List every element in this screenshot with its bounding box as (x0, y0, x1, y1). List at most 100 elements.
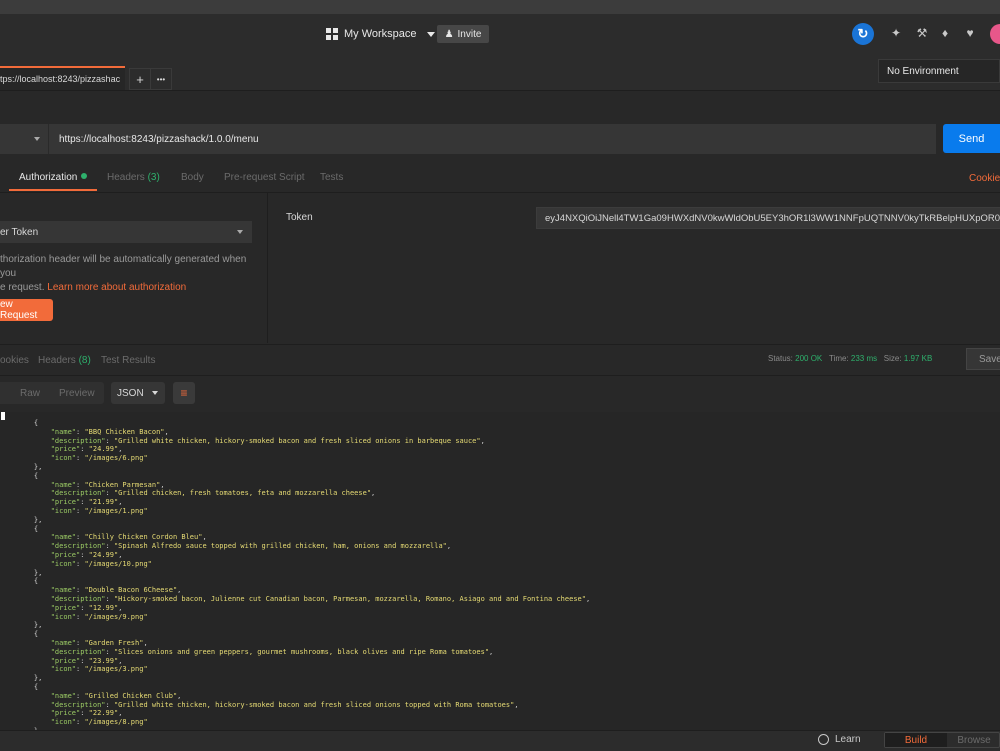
url-input[interactable]: https://localhost:8243/pizzashack/1.0.0/… (48, 124, 936, 154)
wrench-icon[interactable]: ⚒ (914, 25, 930, 41)
browse-mode-button[interactable]: Browse (948, 733, 1000, 747)
app-header (0, 14, 1000, 53)
headers-count: (3) (147, 172, 160, 183)
json-value: "23.99" (88, 656, 119, 665)
tab-test-results[interactable]: Test Results (101, 355, 155, 366)
json-value: "BBQ Chicken Bacon" (84, 427, 165, 436)
preview-button[interactable]: Preview (59, 383, 95, 403)
auth-type-value: er Token (0, 226, 39, 238)
method-select[interactable] (0, 124, 48, 154)
auth-help-line2-prefix: e request. (0, 282, 48, 293)
tab-headers[interactable]: Headers (3) (107, 172, 160, 183)
json-value: "Grilled chicken, fresh tomatoes, feta a… (113, 489, 372, 498)
json-key: "description" (50, 436, 106, 445)
json-key: "price" (50, 550, 81, 559)
json-value: "/images/6.png" (84, 454, 148, 463)
json-key: "name" (50, 638, 77, 647)
json-key: "price" (50, 709, 81, 718)
cookies-link[interactable]: Cookies (969, 173, 1000, 184)
token-label: Token (286, 212, 313, 223)
json-key: "name" (50, 427, 77, 436)
environment-select[interactable]: No Environment (878, 59, 1000, 83)
json-value: "/images/8.png" (84, 718, 148, 727)
heart-icon[interactable]: ♥ (962, 25, 978, 41)
json-value: "Spinash Alfredo sauce topped with grill… (113, 542, 447, 551)
tab-body[interactable]: Body (181, 172, 204, 183)
json-value: "Chilly Chicken Cordon Bleu" (84, 533, 203, 542)
json-key: "description" (50, 489, 106, 498)
token-input[interactable]: eyJ4NXQiOiJNell4TW1Ga09HWXdNV0kwWldObU5E… (536, 207, 1000, 229)
auth-type-select[interactable]: er Token (0, 221, 252, 243)
json-key: "icon" (50, 506, 77, 515)
json-value: "/images/10.png" (84, 559, 152, 568)
response-headers-count: (8) (78, 355, 91, 366)
json-key: "name" (50, 533, 77, 542)
window-top-strip (0, 0, 1000, 14)
chevron-down-icon (237, 230, 243, 234)
format-select[interactable]: JSON (111, 382, 165, 404)
tab-tests[interactable]: Tests (320, 172, 343, 183)
json-key: "price" (50, 498, 81, 507)
size-value: 1.97 KB (903, 354, 933, 363)
json-value: "Garden Fresh" (84, 638, 144, 647)
chevron-down-icon (426, 31, 435, 37)
json-key: "icon" (50, 665, 77, 674)
json-value: "/images/9.png" (84, 612, 148, 621)
status-value: 200 OK (795, 354, 823, 363)
save-response-button[interactable]: Save (966, 348, 1000, 370)
grid-icon (326, 28, 338, 40)
json-key: "description" (50, 542, 106, 551)
json-value: "Slices onions and green peppers, gourme… (113, 647, 490, 656)
format-value: JSON (117, 387, 144, 399)
workspace-switcher[interactable]: My Workspace (326, 24, 435, 44)
json-value: "Hickory-smoked bacon, Julienne cut Cana… (113, 594, 586, 603)
invite-button[interactable]: ♟ Invite (437, 25, 489, 43)
response-status: Status: 200 OK Time: 233 ms Size: 1.97 K… (768, 354, 932, 363)
learn-button[interactable]: Learn (818, 734, 861, 745)
json-key: "price" (50, 603, 81, 612)
tab-prerequest-script[interactable]: Pre-request Script (224, 172, 305, 183)
json-value: "Double Bacon 6Cheese" (84, 586, 178, 595)
json-value: "/images/1.png" (84, 506, 148, 515)
tab-headers-label: Headers (107, 172, 145, 183)
workspace-label: My Workspace (344, 28, 417, 40)
json-key: "description" (50, 647, 106, 656)
active-dot (81, 173, 88, 179)
send-button[interactable]: Send (943, 124, 1000, 153)
status-label: Status: (768, 354, 793, 363)
time-label: Time: (828, 354, 849, 363)
chevron-down-icon (34, 137, 40, 141)
json-key: "name" (50, 586, 77, 595)
build-mode-button[interactable]: Build (885, 733, 947, 747)
json-key: "price" (50, 656, 81, 665)
auth-help-text: thorization header will be automatically… (0, 253, 252, 295)
json-value: "Grilled Chicken Club" (84, 691, 178, 700)
request-tab[interactable]: tps://localhost:8243/pizzashac (0, 66, 125, 90)
json-value: "21.99" (88, 498, 119, 507)
tab-response-headers[interactable]: Headers (8) (38, 355, 91, 366)
satellite-icon[interactable]: ✦ (888, 25, 904, 41)
tab-authorization[interactable]: Authorization (19, 172, 88, 183)
json-key: "icon" (50, 612, 77, 621)
sync-icon[interactable]: ↻ (852, 23, 874, 45)
tab-authorization-label: Authorization (19, 172, 78, 183)
preview-request-button[interactable]: ew Request (0, 299, 53, 321)
new-tab-button[interactable]: + (129, 68, 151, 90)
raw-button[interactable]: Raw (20, 383, 40, 403)
json-value: "/images/3.png" (84, 665, 148, 674)
json-key: "price" (50, 445, 81, 454)
learn-more-auth-link[interactable]: Learn more about authorization (47, 282, 186, 293)
json-value: "Grilled white chicken, hickory-smoked b… (113, 700, 515, 709)
wrap-lines-icon[interactable]: ≡ (173, 382, 195, 404)
tab-response-cookies[interactable]: ookies (0, 355, 29, 366)
more-tabs-button[interactable]: ••• (150, 68, 172, 90)
bell-icon[interactable]: ♦ (937, 25, 953, 41)
json-value: "Grilled white chicken, hickory-smoked b… (113, 436, 481, 445)
json-key: "icon" (50, 718, 77, 727)
request-tab-title: tps://localhost:8243/pizzashac (0, 74, 121, 84)
json-value: "24.99" (88, 445, 119, 454)
text-cursor (1, 412, 5, 420)
json-key: "icon" (50, 454, 77, 463)
size-label: Size: (883, 354, 902, 363)
json-value: "Chicken Parmesan" (84, 480, 161, 489)
